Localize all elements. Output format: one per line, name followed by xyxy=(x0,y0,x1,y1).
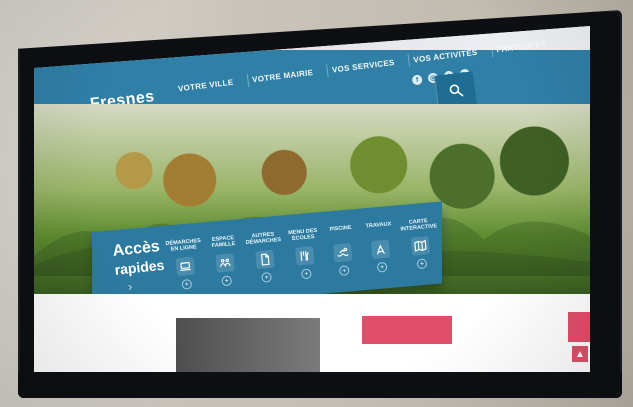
plus-icon: + xyxy=(300,268,312,280)
laptop-bezel xyxy=(18,372,622,398)
scroll-to-top-button[interactable]: ▲ xyxy=(572,346,588,362)
quick-access-item-piscine[interactable]: PISCINE + xyxy=(325,224,359,276)
quick-access-item-autres-demarches[interactable]: AUTRES DÉMARCHES + xyxy=(246,231,284,284)
nav-item-votre-ville[interactable]: VOTRE VILLE xyxy=(173,75,238,96)
quick-access-item-menu-des-ecoles[interactable]: MENU DES ÉCOLES + xyxy=(288,228,322,280)
quick-access-item-espace-famille[interactable]: ESPACE FAMILLE + xyxy=(208,235,242,287)
family-icon xyxy=(215,253,235,273)
swim-icon xyxy=(332,242,353,263)
menu-icon xyxy=(295,246,315,266)
quick-access-item-label: CARTE INTERACTIVE xyxy=(400,218,438,233)
laptop-screen: Fresnes VOTRE VILLE VOTRE MAIRIE VOS SER… xyxy=(34,26,590,376)
browser-dot xyxy=(56,38,62,44)
laptop-icon xyxy=(175,256,196,277)
nav-item-votre-mairie[interactable]: VOTRE MAIRIE xyxy=(246,64,318,87)
quick-access-item-label: DÉMARCHES EN LIGNE xyxy=(165,237,202,253)
quick-access-item-label: PISCINE xyxy=(329,224,352,233)
plus-icon: + xyxy=(416,258,428,270)
construction-icon xyxy=(370,239,391,260)
quick-access-item-travaux[interactable]: TRAVAUX + xyxy=(363,221,397,273)
quick-access-item-demarches-en-ligne[interactable]: DÉMARCHES EN LIGNE + xyxy=(165,237,204,291)
plus-icon: + xyxy=(181,278,193,290)
quick-access-title-line1: Accès xyxy=(111,238,161,260)
browser-dot xyxy=(44,38,50,44)
nav-item-participer[interactable]: PARTICIPER xyxy=(490,36,552,57)
plus-icon: + xyxy=(376,261,388,273)
plus-icon: + xyxy=(261,271,272,283)
search-icon xyxy=(449,84,464,97)
content-accent-block-right xyxy=(568,312,590,342)
plus-icon: + xyxy=(221,275,233,287)
browser-window-controls xyxy=(44,38,74,44)
quick-access-item-label: ESPACE FAMILLE xyxy=(211,235,236,250)
map-icon xyxy=(410,236,431,256)
content-photo xyxy=(176,318,320,376)
quick-access-item-label: AUTRES DÉMARCHES xyxy=(245,231,282,247)
quick-access-item-label: TRAVAUX xyxy=(365,221,392,230)
facebook-icon[interactable]: f xyxy=(411,74,423,86)
content-accent-block xyxy=(362,316,452,344)
quick-access-arrow-icon[interactable]: › xyxy=(127,279,140,293)
browser-dot xyxy=(68,38,74,44)
plus-icon: + xyxy=(338,265,350,276)
quick-access-item-carte-interactive[interactable]: CARTE INTERACTIVE + xyxy=(400,217,439,270)
document-icon xyxy=(255,249,275,270)
photo-scene: Fresnes VOTRE VILLE VOTRE MAIRIE VOS SER… xyxy=(0,0,633,407)
quick-access-item-label: MENU DES ÉCOLES xyxy=(288,227,318,242)
nav-item-vos-services[interactable]: VOS SERVICES xyxy=(326,54,400,77)
